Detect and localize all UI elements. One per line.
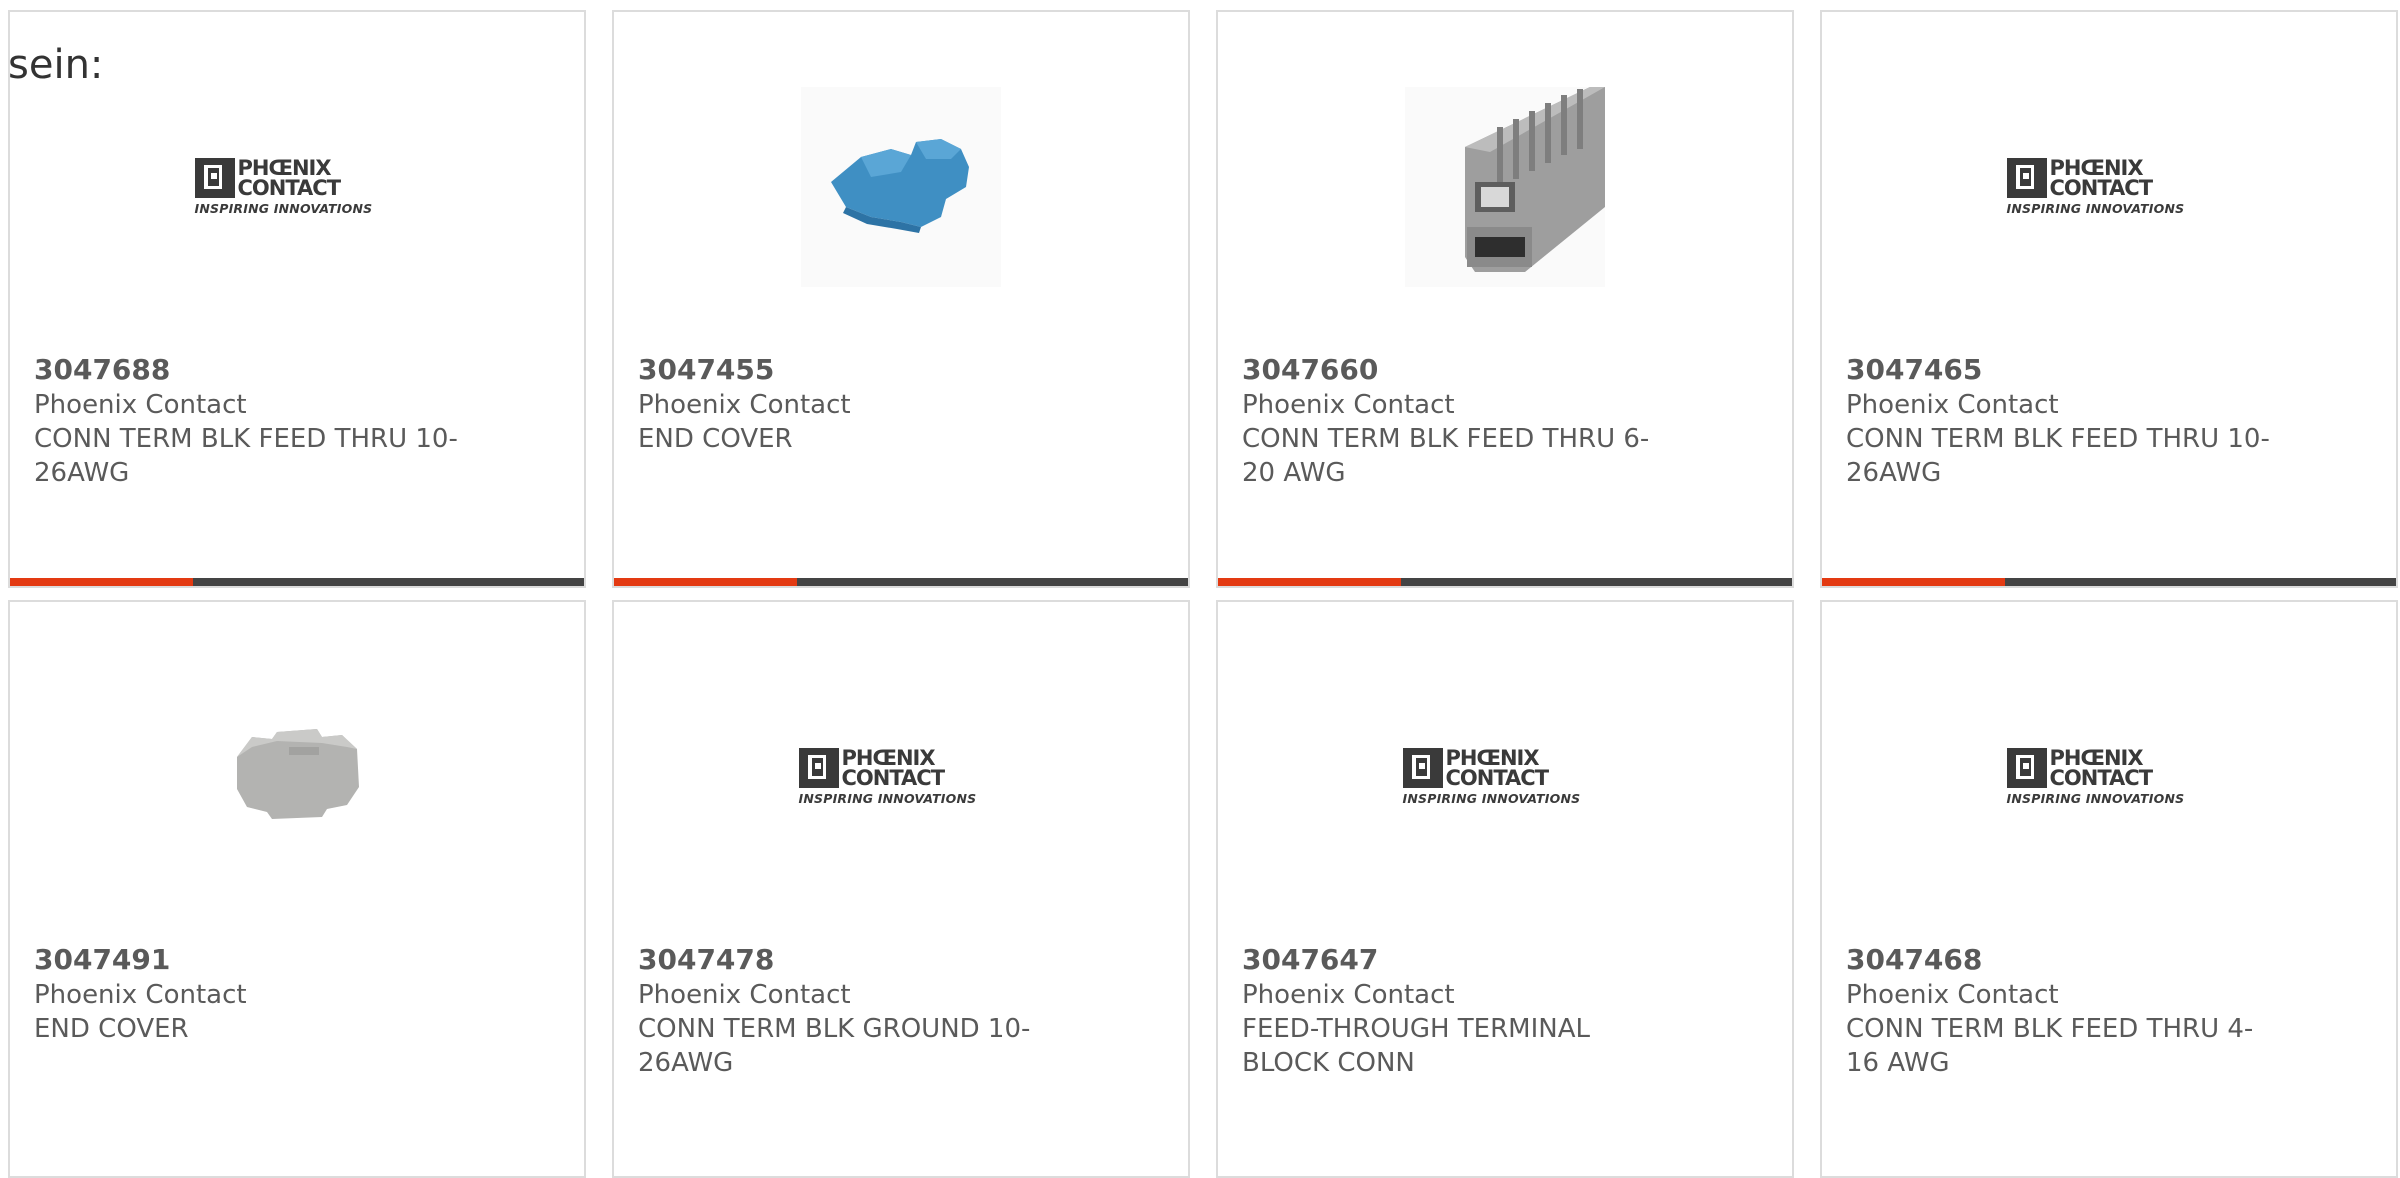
product-image[interactable] <box>10 672 584 882</box>
part-number[interactable]: 3047455 <box>638 352 1058 388</box>
manufacturer: Phoenix Contact <box>1846 390 2059 420</box>
product-card[interactable]: PHŒNIX CONTACT INSPIRING INNOVATIONS 304… <box>612 600 1190 1178</box>
phoenix-contact-logo: PHŒNIX CONTACT INSPIRING INNOVATIONS <box>2006 156 2212 216</box>
blue-end-cover-image <box>801 87 1001 287</box>
card-accent-bar <box>614 578 797 586</box>
phoenix-contact-logo: PHŒNIX CONTACT INSPIRING INNOVATIONS <box>194 156 400 216</box>
product-image[interactable]: PHŒNIX CONTACT INSPIRING INNOVATIONS <box>1218 672 1792 882</box>
manufacturer: Phoenix Contact <box>1846 980 2059 1010</box>
phoenix-mark-icon <box>194 158 235 198</box>
product-image[interactable] <box>614 82 1188 292</box>
logo-tagline: INSPIRING INNOVATIONS <box>2006 791 2185 806</box>
logo-word-2: CONTACT <box>237 176 342 200</box>
product-image[interactable] <box>1218 82 1792 292</box>
description: CONN TERM BLK FEED THRU 10-26AWG <box>34 424 458 488</box>
description: CONN TERM BLK FEED THRU 6-20 AWG <box>1242 424 1650 488</box>
description: CONN TERM BLK FEED THRU 4-16 AWG <box>1846 1014 2254 1078</box>
manufacturer: Phoenix Contact <box>638 980 851 1010</box>
logo-word-2: CONTACT <box>2049 766 2154 790</box>
card-accent-bar <box>10 578 193 586</box>
phoenix-mark-icon <box>1402 748 1443 788</box>
product-card[interactable]: PHŒNIX CONTACT INSPIRING INNOVATIONS 304… <box>1820 10 2398 588</box>
part-number[interactable]: 3047660 <box>1242 352 1662 388</box>
phoenix-mark-icon <box>798 748 839 788</box>
manufacturer: Phoenix Contact <box>1242 980 1455 1010</box>
card-accent-bar <box>1218 578 1401 586</box>
description: FEED-THROUGH TERMINAL BLOCK CONN <box>1242 1014 1590 1078</box>
description: CONN TERM BLK FEED THRU 10-26AWG <box>1846 424 2270 488</box>
description: END COVER <box>638 424 793 454</box>
phoenix-mark-icon <box>2006 748 2047 788</box>
part-number[interactable]: 3047468 <box>1846 942 2266 978</box>
logo-word-2: CONTACT <box>1445 766 1550 790</box>
product-card[interactable]: PHŒNIX CONTACT INSPIRING INNOVATIONS 304… <box>8 10 586 588</box>
phoenix-contact-logo: PHŒNIX CONTACT INSPIRING INNOVATIONS <box>1402 746 1608 806</box>
card-bottom-bar <box>1218 578 1792 586</box>
logo-word-2: CONTACT <box>841 766 946 790</box>
lead-text: sein: <box>8 42 104 88</box>
part-number[interactable]: 3047647 <box>1242 942 1662 978</box>
logo-word-1: PHŒNIX <box>1445 746 1540 770</box>
product-image[interactable]: PHŒNIX CONTACT INSPIRING INNOVATIONS <box>1822 82 2396 292</box>
manufacturer: Phoenix Contact <box>34 980 247 1010</box>
card-accent-bar <box>1822 578 2005 586</box>
part-number[interactable]: 3047688 <box>34 352 454 388</box>
product-image[interactable]: PHŒNIX CONTACT INSPIRING INNOVATIONS <box>1822 672 2396 882</box>
product-grid: PHŒNIX CONTACT INSPIRING INNOVATIONS 304… <box>0 0 2400 1178</box>
logo-word-1: PHŒNIX <box>2049 746 2144 770</box>
card-bottom-bar <box>1822 578 2396 586</box>
part-number[interactable]: 3047465 <box>1846 352 2266 388</box>
logo-tagline: INSPIRING INNOVATIONS <box>798 791 977 806</box>
product-card[interactable]: 3047455 Phoenix Contact END COVER <box>612 10 1190 588</box>
logo-tagline: INSPIRING INNOVATIONS <box>2006 201 2185 216</box>
logo-word-1: PHŒNIX <box>2049 156 2144 180</box>
product-image[interactable]: PHŒNIX CONTACT INSPIRING INNOVATIONS <box>614 672 1188 882</box>
logo-word-2: CONTACT <box>2049 176 2154 200</box>
grey-terminal-block-image <box>1405 87 1605 287</box>
description: CONN TERM BLK GROUND 10-26AWG <box>638 1014 1031 1078</box>
card-bottom-bar <box>614 578 1188 586</box>
phoenix-contact-logo: PHŒNIX CONTACT INSPIRING INNOVATIONS <box>2006 746 2212 806</box>
manufacturer: Phoenix Contact <box>638 390 851 420</box>
phoenix-mark-icon <box>2006 158 2047 198</box>
product-image[interactable]: PHŒNIX CONTACT INSPIRING INNOVATIONS <box>10 82 584 292</box>
manufacturer: Phoenix Contact <box>1242 390 1455 420</box>
part-number[interactable]: 3047478 <box>638 942 1058 978</box>
logo-tagline: INSPIRING INNOVATIONS <box>1402 791 1581 806</box>
logo-word-1: PHŒNIX <box>237 156 332 180</box>
logo-word-1: PHŒNIX <box>841 746 936 770</box>
logo-tagline: INSPIRING INNOVATIONS <box>194 201 373 216</box>
phoenix-contact-logo: PHŒNIX CONTACT INSPIRING INNOVATIONS <box>798 746 1004 806</box>
card-bottom-bar <box>10 578 584 586</box>
product-card[interactable]: PHŒNIX CONTACT INSPIRING INNOVATIONS 304… <box>1216 600 1794 1178</box>
part-number[interactable]: 3047491 <box>34 942 454 978</box>
description: END COVER <box>34 1014 189 1044</box>
product-card[interactable]: 3047660 Phoenix Contact CONN TERM BLK FE… <box>1216 10 1794 588</box>
grey-end-cover-image <box>197 677 397 877</box>
product-card[interactable]: 3047491 Phoenix Contact END COVER <box>8 600 586 1178</box>
manufacturer: Phoenix Contact <box>34 390 247 420</box>
product-card[interactable]: PHŒNIX CONTACT INSPIRING INNOVATIONS 304… <box>1820 600 2398 1178</box>
